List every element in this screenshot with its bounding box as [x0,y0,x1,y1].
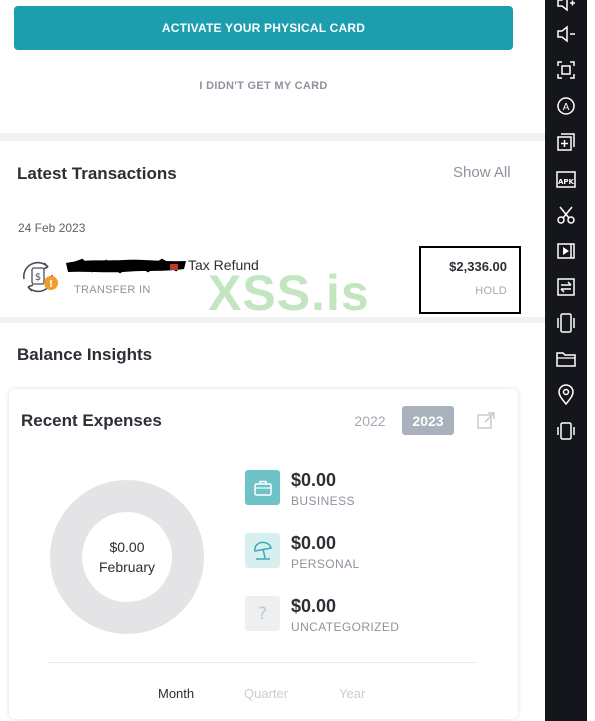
didnt-get-card-link[interactable]: I DIDN'T GET MY CARD [0,80,527,92]
donut-center: $0.00 February [49,479,205,635]
folder-icon[interactable] [553,346,579,372]
app-screen: ACTIVATE YOUR PHYSICAL CARD I DIDN'T GET… [0,0,595,721]
category-personal[interactable]: $0.00 PERSONAL [245,533,445,573]
physical-card-panel: ACTIVATE YOUR PHYSICAL CARD I DIDN'T GET… [0,0,545,133]
rotate-icon[interactable]: A [553,93,579,119]
briefcase-icon [245,470,280,505]
category-value: $0.00 [291,596,337,616]
import-icon[interactable] [553,274,579,300]
next-card-edge [526,389,545,721]
cut-icon[interactable] [553,202,579,228]
redacted-merchant-name [66,258,186,274]
video-record-icon[interactable] [553,238,579,264]
section-title: Balance Insights [17,345,153,364]
transfer-in-icon: $ ! [23,261,58,293]
transaction-amount-box[interactable]: $2,336.00 HOLD [419,246,521,314]
period-month-tab[interactable]: Month [158,686,194,701]
svg-text:A: A [563,102,570,113]
category-label: PERSONAL [291,557,360,571]
beach-umbrella-icon [245,533,280,568]
balance-insights-panel: Balance Insights Recent Expenses 2022 20… [0,323,545,721]
apk-label: APK [558,178,575,186]
location-icon[interactable] [553,382,579,408]
donut-amount: $0.00 [109,539,145,555]
transaction-amount: $2,336.00 [449,259,507,274]
section-title: Latest Transactions [17,164,177,183]
category-label: BUSINESS [291,494,355,508]
year-2023-tab[interactable]: 2023 [402,406,454,435]
category-value: $0.00 [291,470,337,490]
svg-text:$: $ [35,272,41,283]
show-all-link[interactable]: Show All [453,164,511,181]
recent-expenses-card: Recent Expenses 2022 2023 $0.00 February [9,389,518,719]
category-value: $0.00 [291,533,337,553]
period-year-tab[interactable]: Year [339,686,365,701]
main-content: ACTIVATE YOUR PHYSICAL CARD I DIDN'T GET… [0,0,545,721]
volume-down-icon[interactable] [553,21,579,47]
period-quarter-tab[interactable]: Quarter [244,686,288,701]
emulator-toolbar: A APK [545,0,587,721]
divider [49,662,477,663]
category-business[interactable]: $0.00 BUSINESS [245,470,445,510]
shake-icon[interactable] [553,310,579,336]
window-edge [587,0,595,721]
card-title: Recent Expenses [21,411,162,430]
watermark: XSS.is [208,265,370,321]
donut-month: February [98,559,156,575]
screenshot-icon[interactable] [553,57,579,83]
category-uncategorized[interactable]: ? $0.00 UNCATEGORIZED [245,596,445,636]
transaction-type: TRANSFER IN [74,284,151,296]
add-window-icon[interactable] [553,129,579,155]
year-2022-tab[interactable]: 2022 [344,406,396,435]
vibrate-icon[interactable] [553,418,579,444]
svg-text:!: ! [49,279,54,290]
question-icon: ? [245,596,280,631]
activate-card-button[interactable]: ACTIVATE YOUR PHYSICAL CARD [14,6,513,50]
category-label: UNCATEGORIZED [291,620,400,634]
transaction-status: HOLD [475,285,507,297]
apk-icon[interactable]: APK [553,166,579,192]
transaction-date: 24 Feb 2023 [18,221,86,235]
volume-up-icon[interactable] [553,0,579,16]
external-link-icon[interactable] [476,411,496,431]
